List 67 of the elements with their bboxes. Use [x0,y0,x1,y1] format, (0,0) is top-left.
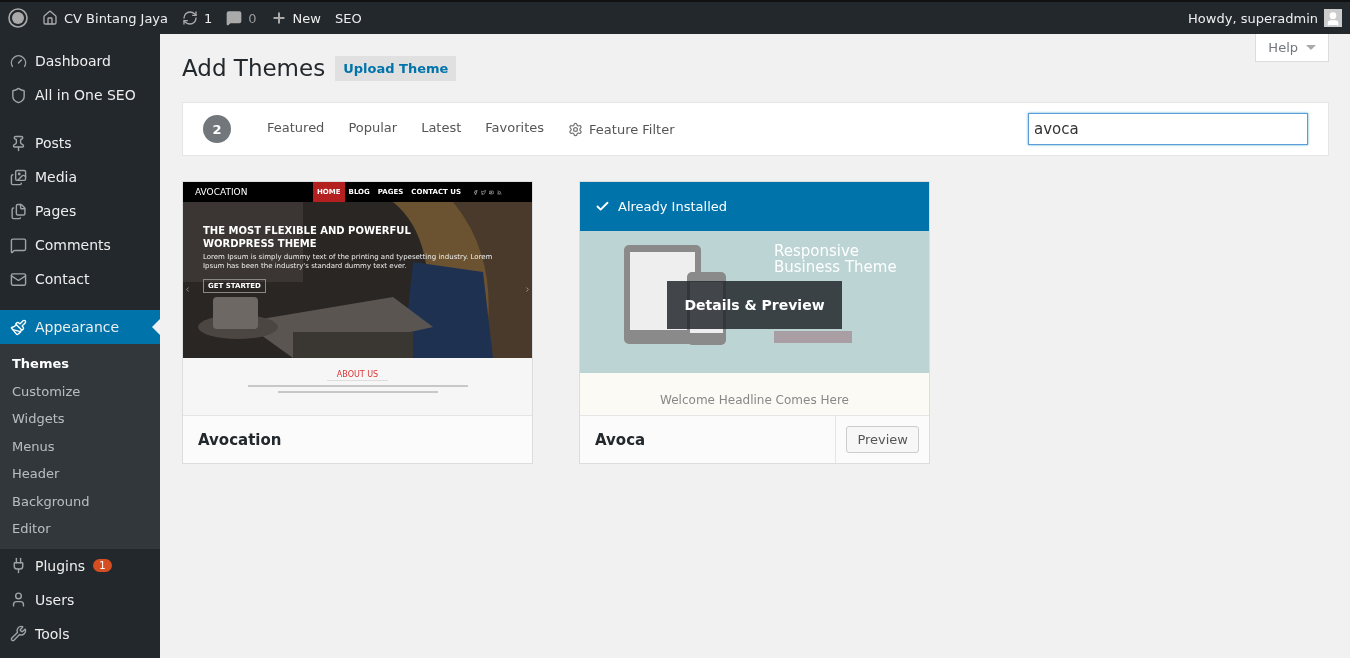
refresh-icon [182,10,199,26]
avatar-icon [1324,9,1342,27]
submenu-item[interactable]: Header [0,460,160,488]
preview-headline: Responsive Business Theme [774,243,898,275]
check-icon [595,199,610,214]
logo-icon[interactable] [8,8,28,28]
menu-item[interactable]: Users [0,582,160,617]
menu-item[interactable]: Tools [0,616,160,651]
menu-item[interactable]: Posts [0,126,160,160]
chevron-left-icon [184,286,191,293]
submenu-item[interactable]: Background [0,487,160,515]
menu-item[interactable]: Contact [0,262,160,296]
account-link[interactable]: Howdy, superadmin [1188,9,1342,27]
upload-theme-button[interactable]: Upload Theme [335,55,457,81]
menu-icon [10,52,27,70]
submenu-item[interactable]: Customize [0,377,160,405]
filter-tab[interactable]: Popular [348,101,398,157]
filter-tab[interactable]: Featured [267,101,325,157]
submenu-item[interactable]: Editor [0,515,160,543]
new-link[interactable]: New [270,10,321,26]
theme-count: 2 [203,115,231,143]
theme-name: Avoca [595,430,647,449]
seo-link[interactable]: SEO [334,10,362,26]
search-field[interactable]: avoca [1028,113,1308,145]
site-link[interactable]: CV Bintang Jaya [42,10,169,26]
help-button[interactable]: Help [1255,34,1329,62]
preview-logo: AVOCATION [195,187,249,197]
menu-icon [10,86,27,104]
preview-section-title: Welcome Headline Comes Here [580,373,929,415]
menu-icon [10,202,27,220]
menu-icon [10,625,27,642]
theme-card[interactable] [182,181,533,464]
settings-icon [568,121,584,137]
theme-card[interactable]: Already Installed Responsive Business Theme Details & Preview Welcome Headline Comes Here Avoca Preview [579,181,930,464]
plus-icon [270,10,287,26]
submenu-item[interactable]: Themes [0,350,160,378]
filter-tab[interactable]: Latest [421,101,462,157]
installed-label: Already Installed [618,199,727,214]
comments-link[interactable]: 0 [226,10,257,26]
menu-icon [10,270,27,288]
menu-item[interactable]: All in One SEO [0,78,160,112]
details-preview-button[interactable]: Details & Preview [667,281,842,329]
home-icon [42,10,58,26]
comment-icon [226,10,243,26]
menu-icon [10,134,27,152]
count-badge: 1 [93,559,112,572]
page-title: Add Themes [182,55,326,81]
chevron-right-icon [524,286,531,293]
menu-item[interactable]: Appearance [0,310,160,344]
theme-name: Avocation [198,430,283,449]
feature-filter-link[interactable]: Feature Filter [568,121,675,137]
preview-button[interactable]: Preview [846,426,919,453]
menu-icon [10,236,27,254]
menu-item[interactable]: Pages [0,194,160,228]
menu-icon [10,318,27,336]
menu-item[interactable]: Media [0,160,160,194]
filter-tab[interactable]: Favorites [485,101,545,157]
preview-section-title: ABOUT US [326,370,389,381]
submenu-item[interactable]: Menus [0,432,160,460]
menu-item[interactable]: Dashboard [0,44,160,78]
menu-icon [10,168,27,186]
submenu-item[interactable]: Widgets [0,405,160,433]
menu-item[interactable]: Plugins 1 [0,548,160,583]
preview-headline: THE MOST FLEXIBLE AND POWERFUL WORDPRESS THEME [203,224,412,250]
updates-link[interactable]: 1 [182,10,213,26]
menu-icon [10,591,27,608]
menu-item[interactable]: Comments [0,228,160,262]
